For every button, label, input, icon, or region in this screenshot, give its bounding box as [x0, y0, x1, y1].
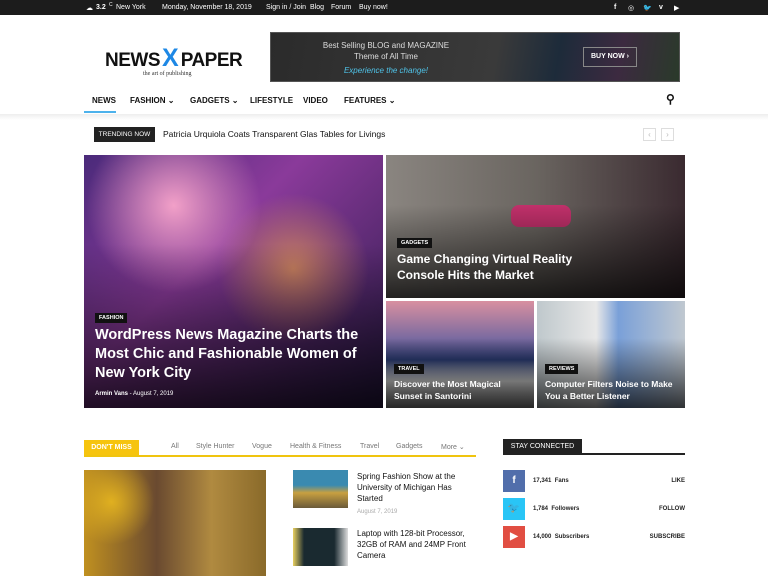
- youtube-icon: ▶: [503, 526, 525, 548]
- hero-article-title[interactable]: Computer Filters Noise to Make You a Bet…: [545, 378, 680, 402]
- social-unit: Followers: [551, 506, 580, 512]
- nav-lifestyle[interactable]: LIFESTYLE: [250, 96, 293, 105]
- hero-article-travel[interactable]: TRAVEL Discover the Most Magical Sunset …: [386, 301, 534, 408]
- twitter-icon[interactable]: 🐦: [643, 4, 652, 12]
- banner-tagline: Experience the change!: [343, 66, 429, 75]
- banner-line2: Theme of All Time: [353, 52, 419, 61]
- temp-unit: C: [109, 2, 113, 8]
- blog-link[interactable]: Blog: [310, 4, 324, 11]
- nav-shadow: [0, 114, 768, 120]
- nav-video[interactable]: VIDEO: [303, 96, 328, 105]
- sign-in-link[interactable]: Sign in / Join: [266, 4, 306, 11]
- social-twitter[interactable]: 🐦 1,784 Followers FOLLOW: [503, 498, 685, 522]
- trending-next-button[interactable]: ›: [661, 128, 674, 141]
- active-nav-indicator: [84, 111, 116, 113]
- category-badge[interactable]: GADGETS: [397, 238, 433, 248]
- hero-article-vr[interactable]: GADGETS Game Changing Virtual Reality Co…: [386, 155, 685, 298]
- nav-gadgets[interactable]: GADGETS ⌄: [190, 96, 238, 105]
- article-thumbnail[interactable]: [293, 470, 348, 508]
- author[interactable]: Armin Vans: [95, 391, 128, 397]
- category-badge[interactable]: REVIEWS: [545, 364, 579, 374]
- subscribe-button[interactable]: SUBSCRIBE: [650, 534, 685, 540]
- hero-article-reviews[interactable]: REVIEWS Computer Filters Noise to Make Y…: [537, 301, 685, 408]
- logo-news: NEWS: [105, 50, 161, 71]
- social-count: 17,341: [533, 478, 552, 484]
- search-icon[interactable]: ⚲: [666, 92, 675, 106]
- site-logo[interactable]: NEWSX PAPER the art of publishing: [105, 44, 245, 78]
- tab-gadgets[interactable]: Gadgets: [396, 443, 422, 450]
- dont-miss-featured-image[interactable]: [84, 470, 266, 576]
- article-date: August 7, 2019: [357, 509, 398, 515]
- tab-style-hunter[interactable]: Style Hunter: [196, 443, 235, 450]
- follow-button[interactable]: FOLLOW: [659, 506, 685, 512]
- facebook-icon[interactable]: f: [614, 4, 616, 11]
- temperature: 3.2: [96, 4, 106, 11]
- top-bar: ☁ 3.2 C New York Monday, November 18, 20…: [0, 0, 768, 15]
- forum-link[interactable]: Forum: [331, 4, 351, 11]
- nav-news[interactable]: NEWS: [92, 96, 116, 105]
- weather-icon: ☁: [86, 5, 93, 12]
- date: Monday, November 18, 2019: [162, 4, 252, 11]
- hero-main-article[interactable]: FASHION WordPress News Magazine Charts t…: [84, 155, 383, 408]
- hero-article-title[interactable]: Game Changing Virtual Reality Console Hi…: [397, 251, 597, 283]
- social-unit: Fans: [554, 478, 569, 484]
- stay-connected-underline: [503, 453, 685, 455]
- hero-main-title[interactable]: WordPress News Magazine Charts the Most …: [95, 326, 365, 383]
- social-count: 1,784: [533, 506, 549, 512]
- nav-fashion[interactable]: FASHION ⌄: [130, 96, 174, 105]
- social-facebook[interactable]: f 17,341 Fans LIKE: [503, 470, 685, 494]
- banner-line1: Best Selling BLOG and MAGAZINE: [322, 41, 450, 50]
- buy-now-link[interactable]: Buy now!: [359, 4, 388, 11]
- article-title[interactable]: Laptop with 128-bit Processor, 32GB of R…: [357, 528, 472, 561]
- tab-all[interactable]: All: [171, 443, 179, 450]
- buy-now-button[interactable]: BUY NOW ›: [583, 47, 637, 67]
- ad-banner[interactable]: Best Selling BLOG and MAGAZINE Theme of …: [270, 32, 680, 82]
- trending-prev-button[interactable]: ‹: [643, 128, 656, 141]
- social-unit: Subscribers: [554, 534, 590, 540]
- vimeo-icon[interactable]: v: [659, 4, 663, 11]
- trending-headline[interactable]: Patricia Urquiola Coats Transparent Glas…: [163, 129, 385, 139]
- tab-more[interactable]: More ⌄: [441, 443, 465, 451]
- logo-paper: PAPER: [180, 50, 243, 71]
- like-button[interactable]: LIKE: [671, 478, 685, 484]
- date: August 7, 2019: [133, 391, 174, 397]
- category-badge[interactable]: TRAVEL: [394, 364, 424, 374]
- article-thumbnail[interactable]: [293, 528, 348, 566]
- category-badge[interactable]: FASHION: [95, 313, 128, 323]
- hero-article-title[interactable]: Discover the Most Magical Sunset in Sant…: [394, 378, 529, 402]
- tab-travel[interactable]: Travel: [360, 443, 379, 450]
- dont-miss-underline: [84, 455, 476, 457]
- facebook-icon: f: [503, 470, 525, 492]
- social-count: 14,000: [533, 534, 552, 540]
- social-youtube[interactable]: ▶ 14,000 Subscribers SUBSCRIBE: [503, 526, 685, 550]
- tab-vogue[interactable]: Vogue: [252, 443, 272, 450]
- stay-connected-label: STAY CONNECTED: [503, 439, 582, 454]
- city: New York: [116, 4, 146, 11]
- logo-x: X: [162, 44, 179, 72]
- tab-health-fitness[interactable]: Health & Fitness: [290, 443, 341, 450]
- instagram-icon[interactable]: ◎: [628, 4, 634, 12]
- nav-features[interactable]: FEATURES ⌄: [344, 96, 395, 105]
- trending-label: TRENDING NOW: [94, 127, 155, 142]
- logo-tagline: the art of publishing: [143, 71, 192, 77]
- main-nav: NEWS FASHION ⌄ GADGETS ⌄ LIFESTYLE VIDEO…: [84, 92, 686, 114]
- dont-miss-label: DON'T MISS: [84, 440, 139, 455]
- youtube-icon[interactable]: ▶: [674, 4, 679, 12]
- twitter-icon: 🐦: [503, 498, 525, 520]
- article-title[interactable]: Spring Fashion Show at the University of…: [357, 471, 472, 504]
